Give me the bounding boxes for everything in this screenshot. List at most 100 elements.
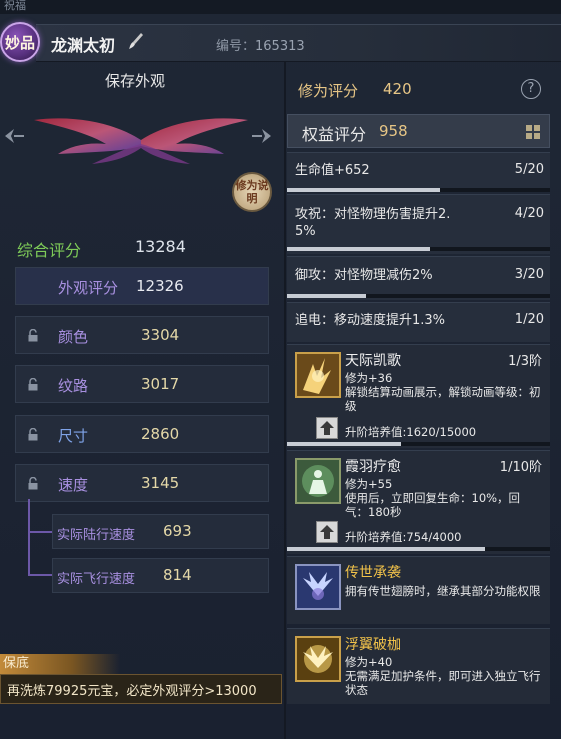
stat-row-size[interactable]: 尺寸 2860 [15,415,269,453]
window-title: 祝福 [4,0,26,12]
save-appearance-title[interactable]: 保存外观 [105,70,165,91]
rights-score-value: 958 [379,122,408,140]
stat-value: 3145 [141,474,180,492]
skill-desc: 修为+36 解锁结算动画展示，解锁动画等级：初级 [345,371,541,413]
window-title-strip: 祝福 [0,0,561,14]
attr-label: 攻祝：对怪物理伤害提升2. 5% [295,206,450,240]
stat-label: 纹路 [58,377,89,395]
tree-connector [28,499,30,575]
stat-row-speed[interactable]: 速度 3145 [15,464,269,502]
attr-count: 4/20 [514,206,544,221]
crystal-wing-icon [295,564,341,610]
attr-label: 生命值+652 [295,163,370,178]
unlock-icon[interactable] [28,477,38,490]
skill-desc: 修为+40 无需满足加护条件，即可进入独立飞行状态 [345,655,541,697]
next-arrow-icon[interactable] [250,125,274,147]
skill-progress-track [287,547,550,551]
unlock-icon[interactable] [28,378,38,391]
attr-label: 御攻：对怪物理减伤2% [295,268,433,283]
serial-label: 编号： [216,39,256,54]
total-score-label: 综合评分 [17,241,82,260]
attr-count: 1/20 [514,312,544,327]
attr-row-defense: 御攻：对怪物理减伤2% 3/20 [287,256,550,300]
skill-name: 天际凯歌 [345,353,401,369]
stat-label: 尺寸 [58,427,89,445]
stat-label: 速度 [58,476,89,494]
skill-desc: 拥有传世翅膀时，继承其部分功能权限 [345,584,541,598]
skill-tier: 1/10阶 [499,460,542,475]
attr-label: 追电：移动速度提升1.3% [295,313,446,328]
guarantee-text-box: 再洗炼79925元宝，必定外观评分>13000 [0,674,282,704]
brush-icon[interactable] [128,32,144,50]
attr-progress-track [287,294,550,298]
skill-desc-line: 修为+55 [345,477,393,491]
attr-count: 5/20 [514,162,544,177]
unlock-icon[interactable] [28,329,38,342]
skill-name: 霞羽疗愈 [345,459,401,475]
lightning-wing-icon [295,352,341,398]
stat-row-color[interactable]: 颜色 3304 [15,316,269,354]
grid-icon[interactable] [526,125,540,139]
upgrade-arrow-button[interactable] [316,417,338,439]
sub-stat-value: 693 [163,522,192,540]
upgrade-arrow-icon [320,421,334,435]
skill-progress-fill [287,547,486,551]
stat-row-pattern[interactable]: 纹路 3017 [15,365,269,403]
attr-row-attack: 攻祝：对怪物理伤害提升2. 5% 4/20 [287,194,550,254]
attr-row-hp: 生命值+652 5/20 [287,152,550,192]
unlock-icon[interactable] [28,428,38,441]
skill-name: 传世承袭 [345,565,401,581]
skill-progress-fill [287,442,401,446]
previous-arrow-icon[interactable] [2,125,26,147]
guarantee-notice: 保底 再洗炼79925元宝，必定外观评分>13000 [0,654,282,712]
stat-label: 颜色 [58,328,89,346]
skill-card[interactable]: 传世承袭 拥有传世翅膀时，继承其部分功能权限 [287,556,550,624]
quality-badge: 妙品 [0,22,40,62]
attr-progress-track [287,188,550,192]
attr-progress-track [287,247,550,251]
skill-desc-line: 使用后，立即回复生命：10%，回气：180秒 [345,491,521,519]
character-name: 龙渊太初 [51,36,116,55]
cultivation-help-button[interactable]: 修为说明 [232,172,272,212]
stat-value: 3017 [141,375,180,393]
skill-card[interactable]: 浮翼破枷 修为+40 无需满足加护条件，即可进入独立飞行状态 [287,628,550,704]
skill-desc-line: 修为+36 [345,371,393,385]
land-speed-row: 实际陆行速度 693 [52,514,269,549]
skill-upgrade-progress: 升阶培养值:754/4000 [345,530,462,544]
serial-number: 编号：165313 [216,35,305,54]
upgrade-arrow-button[interactable] [316,521,338,543]
guarantee-tag: 保底 [0,654,120,674]
stat-value: 2860 [141,425,180,443]
skill-desc-line: 无需满足加护条件，即可进入独立飞行状态 [345,669,541,697]
attr-progress-fill [287,188,440,192]
attr-count: 3/20 [514,267,544,282]
skill-tier: 1/3阶 [508,354,542,369]
skill-progress-track [287,442,550,446]
skill-desc: 修为+55 使用后，立即回复生命：10%，回气：180秒 [345,477,541,519]
stat-value: 12326 [136,277,184,295]
panel-divider [284,62,286,739]
attr-label-line: 攻祝：对怪物理伤害提升2. [295,207,451,222]
skill-desc-line: 解锁结算动画展示，解锁动画等级：初级 [345,385,541,413]
serial-value: 165313 [255,39,305,54]
wings-preview [34,118,248,164]
attr-progress-fill [287,247,431,251]
guarantee-text: 再洗炼79925元宝，必定外观评分>13000 [7,684,257,699]
attr-label-line: 5% [295,224,316,239]
tree-connector [28,574,52,576]
stat-value: 3304 [141,326,180,344]
flight-speed-row: 实际飞行速度 814 [52,558,269,593]
stat-row-appearance: 外观评分 12326 [15,267,269,305]
rights-score-label: 权益评分 [302,125,367,144]
skill-name: 浮翼破枷 [345,637,401,653]
total-score-value: 13284 [135,237,186,256]
skill-card[interactable]: 霞羽疗愈 1/10阶 修为+55 使用后，立即回复生命：10%，回气：180秒 升… [287,450,550,554]
healing-figure-icon [295,458,341,504]
attr-row-speed: 追电：移动速度提升1.3% 1/20 [287,302,550,342]
cultivation-score-label: 修为评分 [298,82,359,100]
appearance-panel: 祝福 妙品 龙渊太初 编号：165313 保存外观 修为说明 综合评分 1328… [0,0,561,739]
question-circle-icon[interactable]: ? [521,79,541,99]
golden-wing-icon [295,636,341,682]
rights-score-bar: 权益评分 958 [287,114,550,148]
skill-card[interactable]: 天际凯歌 1/3阶 修为+36 解锁结算动画展示，解锁动画等级：初级 升阶培养值:… [287,344,550,448]
